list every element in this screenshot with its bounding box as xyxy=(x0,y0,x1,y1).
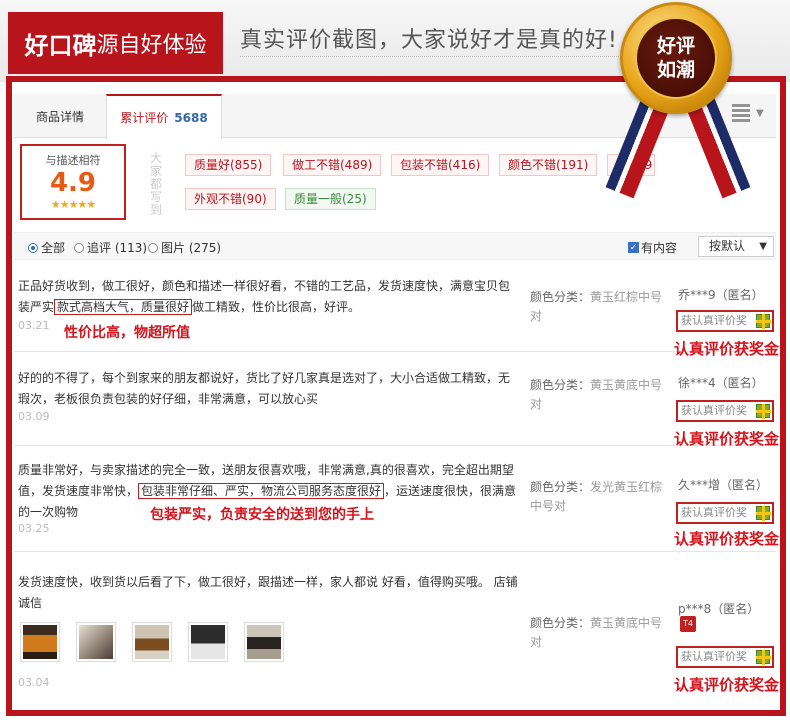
review-text-before: 好的的不得了，每个到家来的朋友都说好，货比了好几家真是选对了，大小合适做工精致，… xyxy=(18,371,511,406)
review-row: 质量非常好，与卖家描述的完全一致，送朋友很喜欢哦，非常满意,真的很喜欢，完全超出… xyxy=(14,446,780,552)
medal-line2: 如潮 xyxy=(656,59,695,81)
review-text: 好的的不得了，每个到家来的朋友都说好，货比了好几家真是选对了，大小合适做工精致，… xyxy=(18,368,518,410)
banner-title-strong: 好口碑 xyxy=(24,31,97,60)
color-label: 颜色分类： xyxy=(530,378,591,392)
review-row: 发货速度快，收到货以后看了下，做工很好，跟描述一样，家人都说 好看，值得购买哦。… xyxy=(14,552,780,696)
reviewer-name: p***8（匿名） xyxy=(678,602,760,616)
review-color-variant: 颜色分类：黄玉红棕中号对 xyxy=(530,288,668,326)
color-label: 颜色分类： xyxy=(530,480,591,494)
review-photo[interactable] xyxy=(132,622,172,662)
review-text-before: 发货速度快，收到货以后看了下，做工很好，跟描述一样，家人都说 好看，值得购买哦。… xyxy=(18,575,518,610)
award-button[interactable]: 获认真评价奖 xyxy=(676,400,774,422)
sort-select[interactable]: 按默认 ▼ xyxy=(698,236,774,257)
has-content-checkbox[interactable]: ✓ 有内容 xyxy=(628,239,677,256)
gift-icon xyxy=(756,650,771,665)
review-photo[interactable] xyxy=(76,622,116,662)
review-row: 好的的不得了，每个到家来的朋友都说好，货比了好几家真是选对了，大小合适做工精致，… xyxy=(14,352,779,448)
review-date: 03.04 xyxy=(18,676,50,689)
tab-product-details[interactable]: 商品详情 xyxy=(14,94,106,138)
review-highlight: 包装非常仔细、严实，物流公司服务态度很好 xyxy=(138,483,385,499)
filter-follow-up-radio[interactable]: 追评 (113) xyxy=(74,239,147,256)
award-label: 获认真评价奖 xyxy=(681,650,747,663)
gift-icon xyxy=(756,506,771,521)
award-label: 获认真评价奖 xyxy=(681,404,747,417)
banner-title: 好口碑 源自好体验 xyxy=(8,12,223,74)
award-button[interactable]: 获认真评价奖 xyxy=(676,310,774,332)
review-color-variant: 颜色分类：黄玉黄底中号对 xyxy=(530,614,668,652)
impression-tag[interactable]: 包装不错(416) xyxy=(391,154,490,176)
tab-label: 累计评价 xyxy=(120,111,169,125)
tab-reviews[interactable]: 累计评价 5688 xyxy=(106,94,222,139)
award-label: 获认真评价奖 xyxy=(681,506,747,519)
impression-tag[interactable]: 颜色不错(191) xyxy=(499,154,598,176)
award-button[interactable]: 获认真评价奖 xyxy=(676,646,774,668)
impressions-label: 大家都写到 xyxy=(150,151,163,217)
award-button[interactable]: 获认真评价奖 xyxy=(676,502,774,524)
checkmark-icon: ✓ xyxy=(628,242,639,253)
reviewer-name: 乔***9（匿名） xyxy=(678,288,764,302)
praise-medal: 好评 如潮 xyxy=(605,0,751,205)
review-photo[interactable] xyxy=(188,622,228,662)
award-caption: 认真评价获奖金 xyxy=(674,676,780,694)
slogan-divider xyxy=(240,56,625,58)
rating-box: 与描述相符 4.9 ★★★★★ xyxy=(20,144,126,220)
rating-label: 与描述相符 xyxy=(45,154,101,167)
rating-score: 4.9 xyxy=(49,168,97,198)
award-label: 获认真评价奖 xyxy=(681,314,747,327)
impression-tag[interactable]: 做工不错(489) xyxy=(283,154,382,176)
review-date: 03.21 xyxy=(18,319,50,332)
medal-face: 好评 如潮 xyxy=(635,17,717,99)
impression-tag[interactable]: 质量一般(25) xyxy=(285,188,376,210)
impression-tag[interactable]: 外观不错(90) xyxy=(185,188,276,210)
chevron-down-icon: ▼ xyxy=(759,241,767,252)
gift-icon xyxy=(756,314,771,329)
radio-icon xyxy=(148,242,158,253)
chevron-down-icon[interactable]: ▼ xyxy=(756,108,764,119)
review-count: 5688 xyxy=(174,110,208,125)
filter-label: 全部 xyxy=(41,241,66,255)
filter-bar: 全部 追评 (113) 图片 (275) ✓ 有内容 按默认 ▼ xyxy=(14,232,776,260)
review-row: 正品好货收到，做工很好，颜色和描述一样很好看，不错的工艺品，发货速度快，满意宝贝… xyxy=(14,262,779,358)
gift-icon xyxy=(756,404,771,419)
medal-coin: 好评 如潮 xyxy=(620,2,732,114)
tab-label: 商品详情 xyxy=(35,109,84,124)
review-date: 03.09 xyxy=(18,410,50,423)
review-photo[interactable] xyxy=(244,622,284,662)
color-label: 颜色分类： xyxy=(530,290,591,304)
checkbox-label: 有内容 xyxy=(641,241,678,255)
review-text: 正品好货收到，做工很好，颜色和描述一样很好看，不错的工艺品，发货速度快，满意宝贝… xyxy=(18,276,518,318)
filter-label: 追评 (113) xyxy=(87,241,148,255)
award-caption: 认真评价获奖金 xyxy=(674,530,780,548)
review-date: 03.25 xyxy=(18,522,50,535)
banner-slogan: 真实评价截图，大家说好才是真的好! xyxy=(240,28,618,53)
review-text: 发货速度快，收到货以后看了下，做工很好，跟描述一样，家人都说 好看，值得购买哦。… xyxy=(18,572,518,614)
medal-line1: 好评 xyxy=(656,35,695,57)
filter-label: 图片 (275) xyxy=(161,241,222,255)
user-level-badge: T4 xyxy=(680,616,696,632)
color-label: 颜色分类： xyxy=(530,616,591,630)
reviewer-name: 徐***4（匿名） xyxy=(678,376,764,390)
review-highlight: 款式高档大气，质量很好 xyxy=(54,299,193,315)
filter-pictures-radio[interactable]: 图片 (275) xyxy=(148,239,221,256)
banner-title-light: 源自好体验 xyxy=(96,33,207,58)
reviewer-name: 久***增（匿名） xyxy=(678,478,769,492)
radio-icon xyxy=(28,242,38,253)
review-text-after: 做工精致，性价比很高，好评。 xyxy=(192,300,361,314)
radio-icon xyxy=(74,242,84,253)
star-rating-icon: ★★★★★ xyxy=(50,198,96,211)
review-annotation: 包装严实，负责安全的送到您的手上 xyxy=(150,507,374,523)
sort-value: 按默认 xyxy=(709,239,746,253)
impression-tag[interactable]: 质量好(855) xyxy=(185,154,272,176)
review-photo[interactable] xyxy=(20,622,60,662)
review-color-variant: 颜色分类：黄玉黄底中号对 xyxy=(530,376,668,414)
review-annotation: 性价比高，物超所值 xyxy=(64,325,190,341)
filter-all-radio[interactable]: 全部 xyxy=(28,239,65,256)
review-color-variant: 颜色分类：发光黄玉红棕中号对 xyxy=(530,478,668,516)
